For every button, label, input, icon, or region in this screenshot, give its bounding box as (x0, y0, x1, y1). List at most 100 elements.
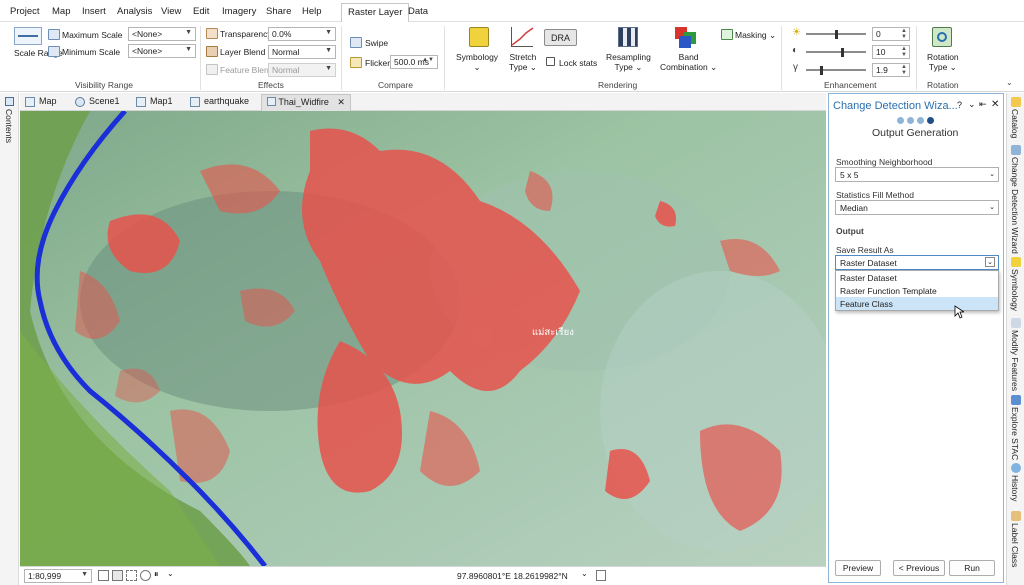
divider (341, 26, 342, 90)
step-dot-active (927, 117, 934, 124)
step-dot (897, 117, 904, 124)
previous-button[interactable]: < Previous (893, 560, 945, 576)
group-enhancement: Enhancement (824, 80, 877, 90)
contrast-slider-thumb[interactable] (841, 47, 844, 57)
rotation-icon (932, 27, 952, 47)
contrast-input[interactable]: 10 ▲ ▼ (872, 45, 910, 59)
tab-data[interactable]: Data (408, 6, 428, 17)
brightness-input[interactable]: 0 ▲ ▼ (872, 27, 910, 41)
menu-analysis[interactable]: Analysis (117, 6, 152, 17)
menu-help[interactable]: Help (302, 6, 322, 17)
band-combination-button[interactable]: Band Combination ⌄ (660, 52, 717, 72)
tab-earthquake[interactable]: earthquake (204, 96, 249, 106)
explore-stac-icon (1011, 395, 1021, 405)
feature-blend-icon (206, 64, 218, 75)
brightness-slider[interactable] (806, 29, 866, 39)
maximum-scale-label: Maximum Scale (62, 30, 123, 40)
tab-map[interactable]: Map (39, 96, 57, 106)
statistics-fill-select[interactable]: Median ⌄ (835, 200, 999, 215)
contrast-slider[interactable] (806, 47, 866, 57)
option-raster-dataset[interactable]: Raster Dataset (836, 271, 998, 284)
scale-select[interactable]: 1:80,999 ▼ (24, 569, 92, 583)
grid-icon[interactable] (98, 570, 109, 581)
symbology-button[interactable]: Symbology ⌄ (456, 52, 498, 72)
chevron-down-icon[interactable]: ⌄ (167, 569, 174, 578)
menu-edit[interactable]: Edit (193, 6, 209, 17)
tab-map1[interactable]: Map1 (150, 96, 173, 106)
dock-tab-history[interactable]: History (1010, 475, 1020, 501)
dock-tab-explore-stac[interactable]: Explore STAC (1010, 407, 1020, 460)
menu-share[interactable]: Share (266, 6, 291, 17)
group-compare: Compare (378, 80, 413, 90)
output-heading: Output (836, 226, 864, 236)
refresh-icon[interactable] (596, 570, 606, 581)
preview-button[interactable]: Preview (835, 560, 881, 576)
stretch-type-button[interactable]: Stretch Type ⌄ (509, 52, 537, 72)
menu-map[interactable]: Map (52, 6, 70, 17)
layer-blend-select[interactable]: Normal ▼ (268, 45, 336, 59)
navigation-icon[interactable] (140, 570, 151, 581)
help-icon[interactable]: ? (957, 100, 962, 110)
chevron-down-icon[interactable]: ⌄ (581, 569, 588, 578)
chevron-down-icon[interactable]: ⌄ (985, 257, 995, 267)
tab-raster-layer[interactable]: Raster Layer (341, 3, 410, 22)
divider (916, 26, 917, 90)
menu-project[interactable]: Project (10, 6, 40, 17)
pane-title: Change Detection Wiza... (833, 100, 958, 112)
save-result-label: Save Result As (836, 245, 894, 255)
masking-button[interactable]: Masking ⌄ (735, 30, 776, 41)
table-icon[interactable] (112, 570, 123, 581)
option-feature-class[interactable]: Feature Class (836, 297, 998, 310)
dock-tab-label-class[interactable]: Label Class (1010, 523, 1020, 567)
chevron-down-icon: ▼ (185, 46, 192, 53)
tab-thai-wildfire[interactable]: Thai_Widfire ✕ (261, 94, 351, 111)
tab-scene1[interactable]: Scene1 (89, 96, 120, 106)
contrast-icon: ◐ (792, 45, 799, 56)
flicker-interval-input[interactable]: 500.0 ms ▲▼ (390, 55, 438, 69)
coordinate-readout: 97.8960801°E 18.2619982°N (457, 571, 568, 581)
snapping-icon[interactable] (126, 570, 137, 581)
flicker-button[interactable]: Flicker (365, 58, 390, 68)
chevron-down-icon: ▼ (81, 571, 88, 578)
transparency-select[interactable]: 0.0% ▼ (268, 27, 336, 41)
dock-tab-modify-features[interactable]: Modify Features (1010, 330, 1020, 391)
run-button[interactable]: Run (949, 560, 995, 576)
gamma-slider-thumb[interactable] (820, 65, 823, 75)
minimum-scale-select[interactable]: <None> ▼ (128, 44, 196, 58)
gamma-input[interactable]: 1.9 ▲ ▼ (872, 63, 910, 77)
globe-icon (75, 97, 85, 107)
dra-button[interactable]: DRA (544, 29, 577, 46)
option-raster-function-template[interactable]: Raster Function Template (836, 284, 998, 297)
contents-icon (5, 97, 14, 106)
resampling-type-button[interactable]: Resampling Type ⌄ (606, 52, 651, 72)
swipe-button[interactable]: Swipe (365, 38, 388, 48)
close-icon[interactable]: ✕ (337, 97, 345, 107)
symbology-icon (1011, 257, 1021, 267)
smoothing-select[interactable]: 5 x 5 ⌄ (835, 167, 999, 182)
chevron-down-icon[interactable]: ⌄ (968, 99, 976, 110)
status-bar: 1:80,999 ▼ ⏸ ⌄ 97.8960801°E 18.2619982°N … (20, 566, 826, 585)
pin-icon[interactable]: ⇤ (979, 99, 987, 110)
dock-tab-symbology[interactable]: Symbology (1010, 269, 1020, 311)
ribbon: Scale Range Maximum Scale <None> ▼ Minimu… (0, 22, 1024, 92)
menu-imagery[interactable]: Imagery (222, 6, 256, 17)
satellite-map-image (20, 111, 826, 566)
menu-view[interactable]: View (161, 6, 181, 17)
history-icon (1011, 463, 1021, 473)
pause-drawing-icon[interactable]: ⏸ (154, 569, 159, 580)
lock-stats-button[interactable]: Lock stats (559, 58, 597, 68)
maximum-scale-select[interactable]: <None> ▼ (128, 27, 196, 41)
ribbon-collapse-icon[interactable]: ⌄ (1006, 78, 1013, 87)
close-icon[interactable]: ✕ (991, 99, 999, 110)
gamma-slider[interactable] (806, 65, 866, 75)
feature-blend-label: Feature Blend (220, 65, 274, 75)
rotation-type-button[interactable]: Rotation Type ⌄ (927, 52, 959, 72)
divider (781, 26, 782, 90)
dock-tab-catalog[interactable]: Catalog (1010, 109, 1020, 138)
map-view[interactable]: แม่สะเรียง (20, 111, 826, 566)
save-result-select[interactable]: Raster Dataset ⌄ (835, 255, 999, 270)
contents-tab[interactable]: Contents (4, 109, 14, 143)
dock-tab-change-detection-wizard[interactable]: Change Detection Wizard (1010, 157, 1020, 254)
brightness-slider-thumb[interactable] (835, 29, 838, 39)
menu-insert[interactable]: Insert (82, 6, 106, 17)
